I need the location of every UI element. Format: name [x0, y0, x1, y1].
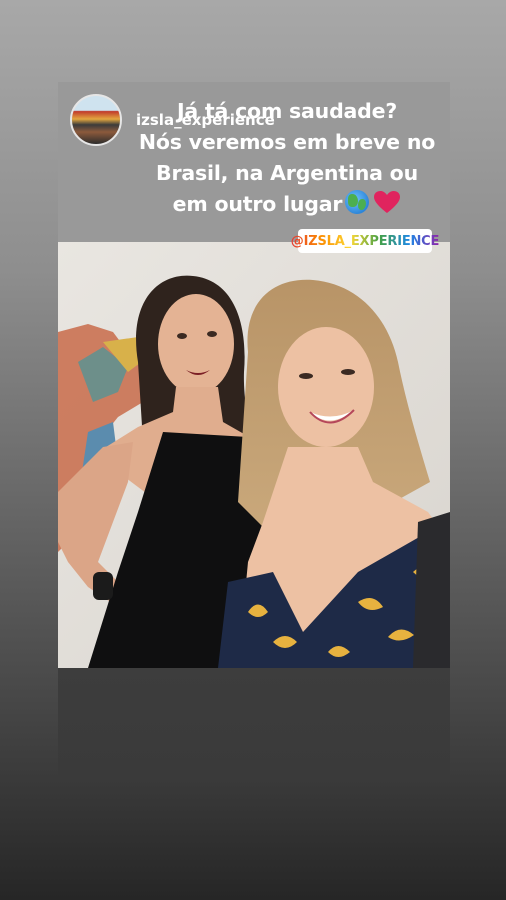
mention-text: @IZSLA_EXPERIENCE [290, 233, 440, 249]
globe-emoji-icon [345, 190, 370, 214]
story-card[interactable]: Já tá com saudade? Nós veremos em breve … [58, 82, 450, 778]
caption-line-2: Nós veremos em breve no [138, 130, 436, 154]
username[interactable]: izsla_experience [136, 111, 275, 129]
emoji-group [345, 190, 401, 223]
caption-line-4-text: em outro lugar [172, 192, 343, 216]
caption-line-4: em outro lugar [124, 189, 450, 223]
profile-avatar[interactable] [70, 94, 122, 146]
story-photo [58, 242, 450, 668]
caption-line-3: Brasil, na Argentina ou [156, 161, 418, 185]
story-bottom-area [58, 668, 450, 778]
mention-sticker[interactable]: @IZSLA_EXPERIENCE [291, 229, 439, 253]
photo-two-women [58, 242, 450, 668]
red-heart-emoji-icon [374, 191, 401, 213]
